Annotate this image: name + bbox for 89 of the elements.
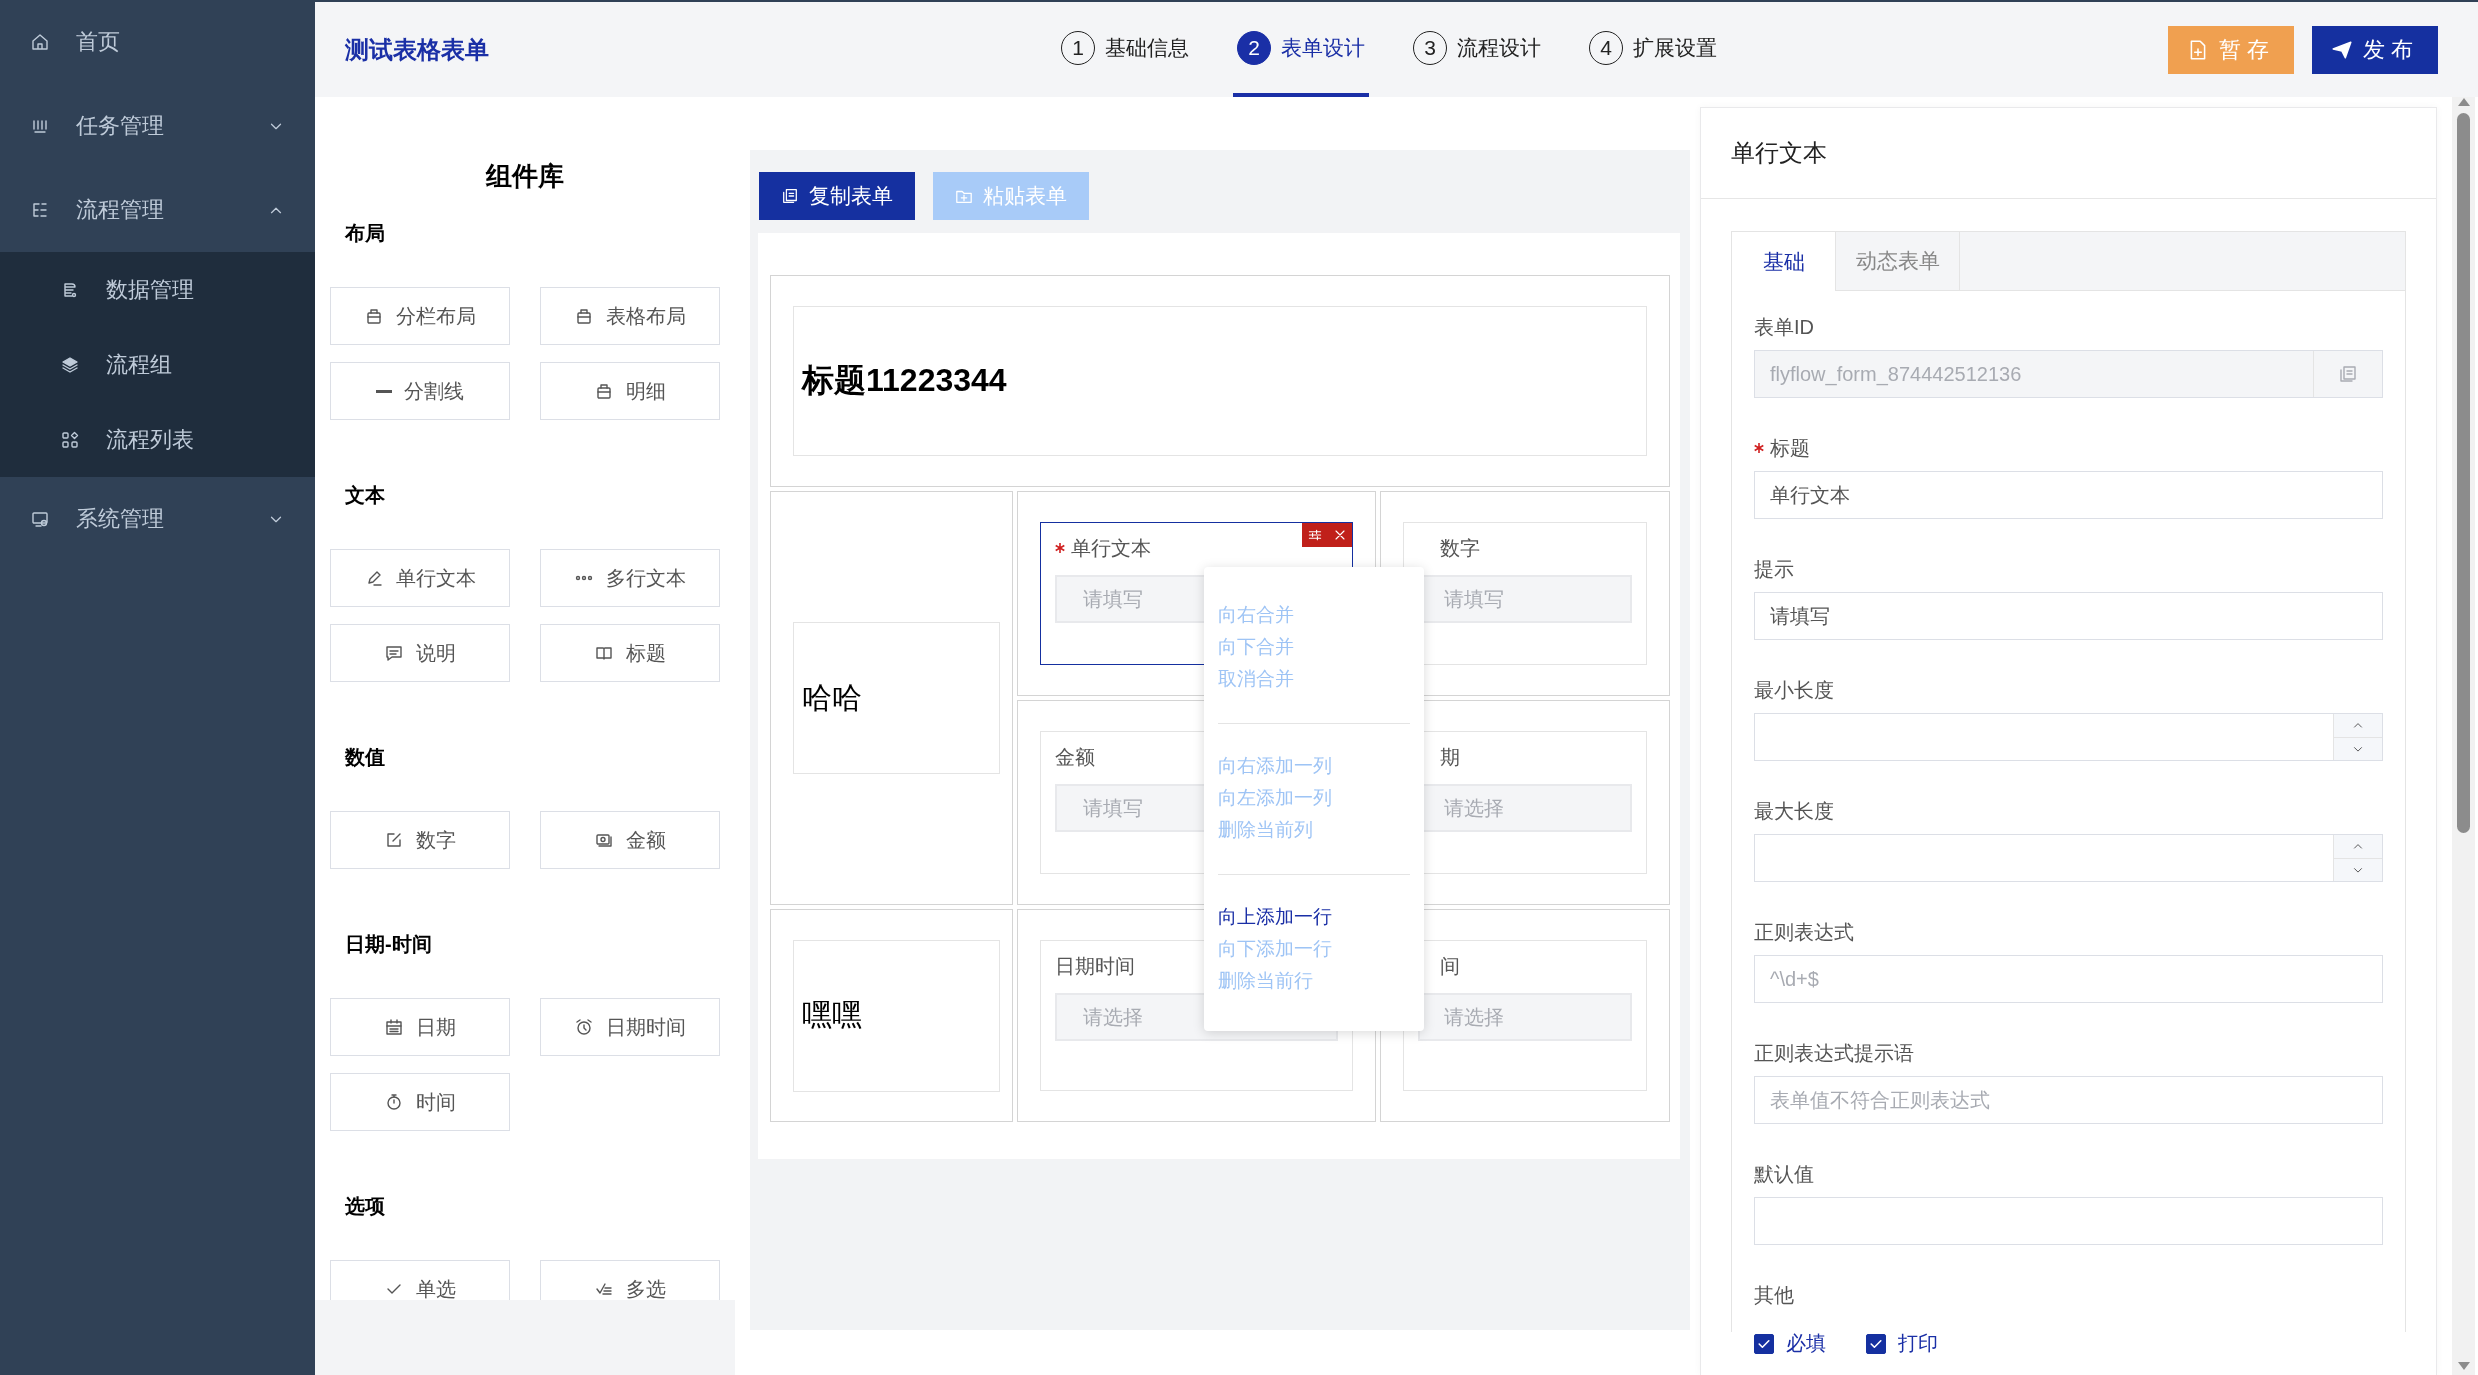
input-field[interactable] — [1754, 1197, 2383, 1245]
field-toolbar[interactable] — [1302, 523, 1352, 547]
component-button[interactable]: 分割线 — [330, 362, 510, 420]
number-field[interactable] — [1754, 834, 2383, 882]
bag-icon — [574, 306, 594, 326]
component-button[interactable]: 数字 — [330, 811, 510, 869]
input-field[interactable]: 请填写 — [1754, 592, 2383, 640]
copy-icon — [781, 187, 799, 205]
layers-icon — [60, 354, 80, 375]
field-label: 表单ID — [1754, 314, 1814, 340]
minus-icon — [376, 389, 392, 393]
step-tab[interactable]: 3 流程设计 — [1409, 2, 1545, 97]
component-button[interactable]: 表格布局 — [540, 287, 720, 345]
sidebar-item[interactable]: 任务管理 — [0, 84, 315, 168]
edit-icon — [384, 830, 404, 850]
checkbox-label: 必填 — [1786, 1331, 1826, 1356]
publish-button[interactable]: 发布 — [2312, 25, 2438, 74]
input-field[interactable]: 单行文本 — [1754, 471, 2383, 519]
required-icon — [1754, 443, 1764, 453]
sliders-icon — [1306, 527, 1323, 543]
group-label: 日期-时间 — [344, 932, 433, 957]
form-title: 测试表格表单 — [345, 34, 490, 65]
component-button[interactable]: 多选 — [540, 1260, 720, 1300]
cell-text: 嘿嘿 — [802, 997, 862, 1033]
menu-item[interactable]: 向上添加一行 — [1218, 901, 1410, 933]
monitor-gear-icon — [30, 509, 50, 529]
field-label: 标题 — [1770, 435, 1810, 461]
stopwatch-icon — [384, 1092, 404, 1112]
group-label: 布局 — [344, 221, 386, 246]
copy-icon — [2338, 364, 2358, 384]
bag-icon — [364, 306, 384, 326]
field-label: 其他 — [1754, 1282, 1794, 1308]
component-button[interactable]: 明细 — [540, 362, 720, 420]
component-button[interactable]: 日期时间 — [540, 998, 720, 1056]
checkbox-label: 打印 — [1898, 1331, 1938, 1356]
component-button[interactable]: 说明 — [330, 624, 510, 682]
group-label: 选项 — [344, 1194, 386, 1219]
form-field[interactable]: 数字 请填写 — [1403, 522, 1647, 665]
field-label: 数字 — [1440, 535, 1480, 561]
field-label: 默认值 — [1754, 1161, 1814, 1187]
copy-button[interactable]: 复制表单 — [759, 172, 915, 220]
sidebar-subitem[interactable]: 流程列表 — [0, 402, 315, 477]
field-label: 期 — [1440, 744, 1460, 770]
bag-icon — [594, 381, 614, 401]
component-button[interactable]: 时间 — [330, 1073, 510, 1131]
sidebar-item[interactable]: 首页 — [0, 0, 315, 84]
field-label: 最小长度 — [1754, 677, 1834, 703]
field-label: 正则表达式提示语 — [1754, 1040, 1914, 1066]
field-label: 最大长度 — [1754, 798, 1834, 824]
sidebar-subitem[interactable]: 数据管理 — [0, 252, 315, 327]
scrollbar[interactable] — [2452, 97, 2475, 1375]
tree-icon — [30, 200, 50, 220]
checkbox[interactable] — [1754, 1333, 1774, 1354]
group-label: 文本 — [344, 483, 386, 508]
field-label: 单行文本 — [1071, 535, 1151, 561]
component-button[interactable]: 多行文本 — [540, 549, 720, 607]
group-label: 数值 — [344, 745, 386, 770]
calendar-icon — [384, 1017, 404, 1037]
cell-text: 哈哈 — [802, 679, 862, 716]
number-field[interactable] — [1754, 713, 2383, 761]
required-icon — [1055, 543, 1065, 553]
sidebar-item[interactable]: 系统管理 — [0, 477, 315, 561]
field-label: 金额 — [1055, 744, 1095, 770]
step-tab[interactable]: 1 基础信息 — [1057, 2, 1193, 97]
form-field[interactable]: 间 请选择 — [1403, 940, 1647, 1091]
component-button[interactable]: 日期 — [330, 998, 510, 1056]
sidebar-item[interactable]: 流程管理 — [0, 168, 315, 252]
component-button[interactable]: 分栏布局 — [330, 287, 510, 345]
field-label: 日期时间 — [1055, 953, 1135, 979]
component-button[interactable]: 标题 — [540, 624, 720, 682]
alarm-icon — [574, 1017, 594, 1037]
message-icon — [384, 643, 404, 663]
form-heading: 标题11223344 — [802, 361, 1007, 400]
tab[interactable]: 基础 — [1732, 232, 1836, 291]
scroll-down-icon[interactable] — [2456, 1361, 2471, 1371]
field-label: 提示 — [1754, 556, 1794, 582]
sidebar-subitem[interactable]: 流程组 — [0, 327, 315, 402]
component-button[interactable]: 金额 — [540, 811, 720, 869]
field-label: 间 — [1440, 953, 1460, 979]
step-tab[interactable]: 2 表单设计 — [1233, 2, 1369, 97]
grid-icon — [60, 429, 80, 450]
checkbox[interactable] — [1866, 1333, 1886, 1354]
component-button[interactable]: 单行文本 — [330, 549, 510, 607]
panel-title: 组件库 — [484, 160, 565, 193]
step-tab[interactable]: 4 扩展设置 — [1585, 2, 1721, 97]
component-button[interactable]: 单选 — [330, 1260, 510, 1300]
field-label: 正则表达式 — [1754, 919, 1854, 945]
home-icon — [30, 32, 50, 52]
panel-title: 单行文本 — [1701, 108, 2436, 199]
